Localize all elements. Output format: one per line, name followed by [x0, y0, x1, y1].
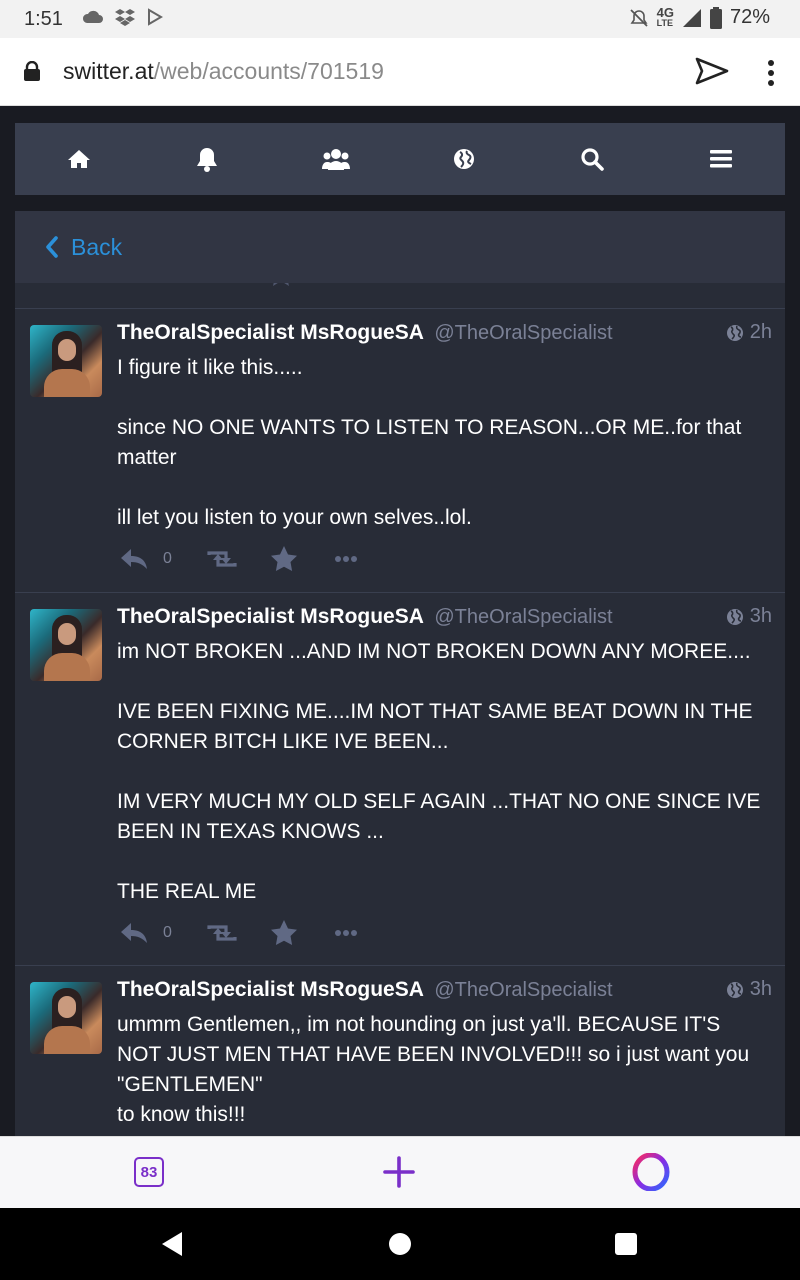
home-nav-icon[interactable]: [388, 1231, 412, 1257]
url-text[interactable]: switter.at/web/accounts/701519: [63, 58, 384, 85]
status-item[interactable]: TheOralSpecialist MsRogueSA @TheOralSpec…: [15, 966, 785, 1136]
reply-icon: [121, 549, 147, 569]
nav-federated-timeline[interactable]: [400, 123, 528, 195]
top-navigation: [15, 123, 785, 195]
display-name[interactable]: TheOralSpecialist MsRogueSA: [117, 605, 424, 628]
reply-icon[interactable]: [118, 283, 148, 289]
play-store-icon: [148, 8, 163, 26]
avatar[interactable]: [30, 325, 102, 397]
star-icon[interactable]: [270, 545, 298, 573]
tabs-button[interactable]: 83: [134, 1157, 164, 1187]
account-handle[interactable]: @TheOralSpecialist: [434, 979, 612, 1001]
network-type: 4G LTE: [656, 4, 674, 28]
users-icon: [321, 149, 350, 170]
dropbox-icon: [115, 9, 135, 26]
status-time[interactable]: 3h: [726, 978, 772, 1001]
new-tab-plus-icon[interactable]: [382, 1155, 416, 1189]
nav-local-timeline[interactable]: [272, 123, 400, 195]
battery-percent: 72%: [729, 6, 770, 28]
status-time[interactable]: 2h: [726, 321, 772, 344]
status-content: ummm Gentlemen,, im not hounding on just…: [117, 1013, 750, 1126]
status-item[interactable]: TheOralSpecialist MsRogueSA @TheOralSpec…: [15, 309, 785, 593]
recents-nav-icon[interactable]: [614, 1231, 638, 1257]
reply-icon: [121, 923, 147, 943]
status-time[interactable]: 3h: [726, 605, 772, 628]
browser-address-bar[interactable]: switter.at/web/accounts/701519: [0, 38, 800, 106]
star-icon[interactable]: [266, 283, 296, 289]
nav-menu[interactable]: [657, 123, 785, 195]
boost-icon[interactable]: [206, 546, 238, 572]
nav-home[interactable]: [15, 123, 143, 195]
reply-count: 0: [163, 924, 172, 941]
reply-count: 0: [163, 550, 172, 567]
boost-icon[interactable]: [192, 283, 222, 289]
status-actions: 0: [119, 545, 358, 573]
signal-icon: [682, 8, 701, 27]
hamburger-icon: [709, 150, 732, 168]
star-icon[interactable]: [270, 919, 298, 947]
more-icon[interactable]: [334, 929, 358, 937]
avatar[interactable]: [30, 982, 102, 1054]
home-icon: [68, 150, 91, 168]
previous-status-actions: [15, 283, 785, 309]
status-content: im NOT BROKEN ...AND IM NOT BROKEN DOWN …: [117, 640, 761, 903]
overflow-menu-icon[interactable]: [766, 58, 776, 88]
back-label: Back: [71, 233, 123, 260]
clock: 1:51: [24, 8, 63, 30]
system-navigation-bar: [0, 1208, 800, 1280]
status-content: I figure it like this..... since NO ONE …: [117, 356, 742, 529]
status-item[interactable]: TheOralSpecialist MsRogueSA @TheOralSpec…: [15, 593, 785, 966]
chevron-left-icon: [46, 236, 58, 258]
more-icon[interactable]: [334, 555, 358, 563]
battery-icon: [709, 6, 722, 29]
send-icon[interactable]: [694, 56, 730, 86]
account-handle[interactable]: @TheOralSpecialist: [434, 322, 612, 344]
globe-icon: [454, 149, 475, 169]
account-handle[interactable]: @TheOralSpecialist: [434, 606, 612, 628]
reply-button[interactable]: 0: [119, 546, 172, 572]
boost-icon[interactable]: [206, 920, 238, 946]
opera-logo-icon[interactable]: [632, 1153, 670, 1191]
avatar[interactable]: [30, 609, 102, 681]
bell-icon: [197, 148, 218, 172]
status-actions: 0: [119, 919, 358, 947]
search-icon: [581, 148, 605, 171]
cloud-icon: [82, 10, 103, 23]
browser-bottom-toolbar: 83: [0, 1136, 800, 1208]
back-button[interactable]: Back: [15, 211, 785, 283]
nav-search[interactable]: [528, 123, 656, 195]
system-status-bar: 1:51 4G LTE 72%: [0, 0, 800, 38]
globe-icon: [726, 608, 743, 625]
display-name[interactable]: TheOralSpecialist MsRogueSA: [117, 321, 424, 344]
reply-button[interactable]: 0: [119, 920, 172, 946]
display-name[interactable]: TheOralSpecialist MsRogueSA: [117, 978, 424, 1001]
nav-notifications[interactable]: [143, 123, 271, 195]
mute-icon: [629, 8, 648, 27]
account-timeline-column: Back TheOralSpecialist MsRogueSA @TheOra…: [15, 211, 785, 1136]
back-nav-icon[interactable]: [160, 1231, 184, 1257]
lock-icon: [24, 61, 40, 81]
globe-icon: [726, 981, 743, 998]
globe-icon: [726, 324, 743, 341]
